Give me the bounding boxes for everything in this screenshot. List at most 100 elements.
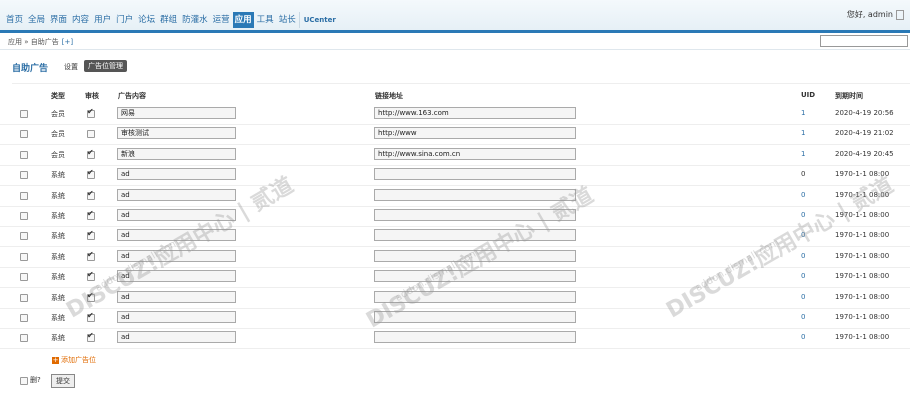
main-nav: 首页 全局 界面 内容 用户 门户 论坛 群组 防灌水 运营 应用 工具 站长 UCenter [4, 12, 339, 28]
nav-item-12[interactable]: 站长 [277, 12, 298, 28]
row-uid[interactable]: 0 [801, 333, 805, 341]
row-content-input[interactable]: ad [117, 229, 236, 242]
row-audit-checkbox[interactable] [87, 209, 95, 220]
row-type: 会员 [51, 130, 65, 139]
nav-item-6[interactable]: 论坛 [136, 12, 157, 28]
nav-item-13[interactable]: UCenter [298, 12, 338, 28]
search-input[interactable] [820, 35, 908, 47]
row-select-checkbox[interactable] [20, 293, 28, 302]
row-type: 会员 [51, 150, 65, 159]
row-uid[interactable]: 1 [801, 150, 805, 158]
row-select-checkbox[interactable] [20, 212, 28, 220]
row-select-checkbox[interactable] [20, 191, 28, 200]
row-content-input[interactable]: ad [117, 331, 236, 344]
row-link-input[interactable] [374, 290, 576, 303]
breadcrumb-add-link[interactable]: [+] [62, 38, 73, 46]
row-expire: 1970-1-1 08:00 [835, 231, 890, 240]
row-expire: 1970-1-1 08:00 [835, 190, 890, 199]
row-audit-checkbox[interactable] [87, 270, 95, 282]
row-uid[interactable]: 0 [801, 211, 805, 219]
nav-item-4[interactable]: 用户 [92, 12, 113, 28]
row-link-input[interactable] [374, 331, 576, 344]
breadcrumb: 应用 » 自助广告 [+] [8, 37, 73, 47]
nav-item-7[interactable]: 群组 [158, 12, 179, 28]
row-audit-checkbox[interactable] [87, 250, 95, 261]
row-uid[interactable]: 0 [801, 313, 805, 321]
nav-item-8[interactable]: 防灌水 [180, 12, 210, 28]
row-content-input[interactable]: ad [117, 168, 236, 181]
row-link-input[interactable] [374, 311, 576, 323]
row-content-input[interactable]: ad [117, 290, 236, 303]
row-uid[interactable]: 1 [801, 129, 805, 137]
row-audit-checkbox[interactable] [87, 311, 95, 322]
row-select-checkbox[interactable] [20, 314, 28, 322]
row-link-input[interactable] [374, 249, 576, 262]
table-row: 系统 ad 0 1970-1-1 08:00 [0, 186, 910, 207]
row-content-input[interactable]: 网易 [117, 107, 236, 119]
row-audit-checkbox[interactable] [87, 291, 95, 302]
row-content-input[interactable]: ad [117, 209, 236, 221]
row-content-input[interactable]: ad [117, 249, 236, 262]
row-audit-checkbox[interactable] [87, 229, 95, 241]
window-icon[interactable] [896, 9, 904, 20]
col-uid: UID [801, 91, 816, 99]
row-select-checkbox[interactable] [20, 232, 28, 241]
tab-settings[interactable]: 设置 [64, 62, 78, 72]
row-content-input[interactable]: 审核测试 [117, 127, 236, 140]
delete-all-checkbox[interactable] [20, 377, 28, 385]
breadcrumb-text: 应用 » 自助广告 [8, 38, 59, 46]
delete-label: 删? [30, 376, 41, 384]
row-link-input[interactable]: http://www.sina.com.cn [374, 147, 576, 160]
row-uid[interactable]: 0 [801, 191, 805, 199]
row-uid[interactable]: 0 [801, 293, 805, 301]
row-select-checkbox[interactable] [20, 334, 28, 343]
row-select-checkbox[interactable] [20, 252, 28, 261]
nav-item-11[interactable]: 工具 [255, 12, 276, 28]
row-content-input[interactable]: 新浪 [117, 147, 236, 160]
row-type: 系统 [51, 252, 65, 261]
nav-item-0[interactable]: 首页 [4, 12, 25, 28]
submit-button[interactable]: 提交 [51, 374, 75, 388]
nav-item-2[interactable]: 界面 [48, 12, 69, 28]
divider [12, 83, 910, 84]
nav-item-10[interactable]: 应用 [232, 12, 254, 28]
row-select-checkbox[interactable] [20, 130, 28, 139]
row-content-input[interactable]: ad [117, 270, 236, 283]
row-audit-checkbox[interactable] [87, 189, 95, 200]
row-audit-checkbox[interactable] [87, 331, 95, 343]
row-select-checkbox[interactable] [20, 273, 28, 282]
row-link-input[interactable] [374, 168, 576, 181]
row-content-input[interactable]: ad [117, 188, 236, 201]
row-select-checkbox[interactable] [20, 150, 28, 159]
row-link-input[interactable] [374, 188, 576, 201]
table-row: 系统 ad 0 1970-1-1 08:00 [0, 308, 910, 329]
page-title: 自助广告 [12, 64, 49, 74]
row-uid[interactable]: 0 [801, 272, 805, 280]
table-row: 系统 ad 0 1970-1-1 08:00 [0, 226, 910, 248]
nav-item-9[interactable]: 运营 [211, 12, 232, 28]
tab-ad-management[interactable]: 广告位管理 [84, 60, 127, 72]
row-link-input[interactable] [374, 209, 576, 221]
row-link-input[interactable] [374, 229, 576, 242]
table-row: 会员 新浪 http://www.sina.com.cn 1 2020-4-19 20:… [0, 145, 910, 166]
row-link-input[interactable]: http://www [374, 127, 576, 140]
row-content-input[interactable]: ad [117, 311, 236, 323]
row-expire: 1970-1-1 08:00 [835, 170, 890, 179]
row-audit-checkbox[interactable] [87, 107, 95, 118]
row-audit-checkbox[interactable] [87, 168, 95, 180]
row-uid[interactable]: 0 [801, 252, 805, 260]
add-ad-link[interactable]: + 添加广告位 [52, 355, 96, 365]
row-audit-checkbox[interactable] [87, 130, 95, 139]
row-audit-checkbox[interactable] [87, 148, 95, 159]
nav-item-1[interactable]: 全局 [26, 12, 47, 28]
row-link-input[interactable]: http://www.163.com [374, 107, 576, 119]
row-uid[interactable]: 0 [801, 170, 805, 178]
row-uid[interactable]: 1 [801, 109, 805, 117]
row-select-checkbox[interactable] [20, 110, 28, 118]
row-select-checkbox[interactable] [20, 171, 28, 180]
nav-item-5[interactable]: 门户 [114, 12, 135, 28]
row-link-input[interactable] [374, 270, 576, 283]
row-expire: 2020-4-19 20:56 [835, 109, 894, 117]
row-uid[interactable]: 0 [801, 231, 805, 239]
nav-item-3[interactable]: 内容 [70, 12, 91, 28]
